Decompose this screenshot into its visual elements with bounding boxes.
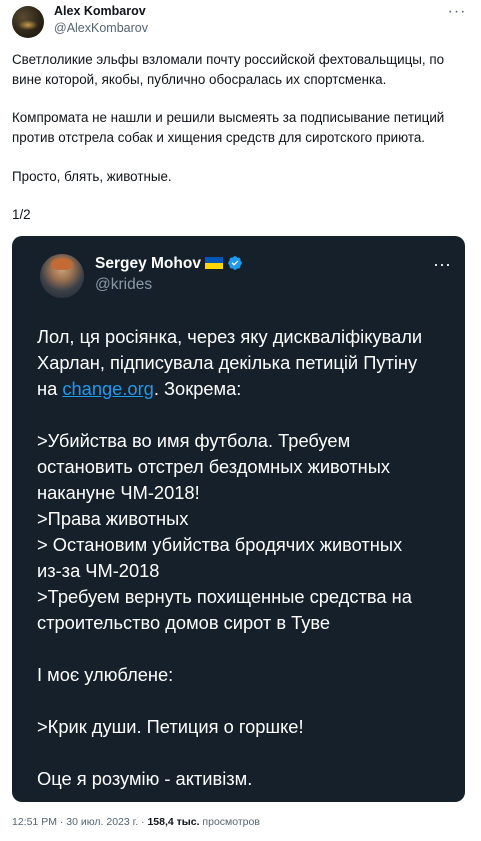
verified-icon <box>228 256 242 270</box>
quoted-line: из-за ЧМ-2018 <box>37 560 160 581</box>
tweet-time[interactable]: 12:51 PM <box>12 816 57 828</box>
quoted-author-name-row[interactable]: Sergey Mohov <box>95 255 243 273</box>
quoted-line: остановить отстрел бездомных животных <box>37 456 391 477</box>
author-name[interactable]: Alex Kombarov <box>54 4 146 18</box>
quoted-author-avatar[interactable] <box>40 254 84 298</box>
author-avatar[interactable] <box>12 6 44 38</box>
views-label: просмотров <box>199 816 260 828</box>
tweet-paragraph-3: Просто, блять, животные. <box>12 169 172 184</box>
quoted-line: накануне ЧМ-2018! <box>37 482 200 503</box>
tweet-date[interactable]: 30 июл. 2023 г. <box>66 816 138 828</box>
quoted-line: Харлан, підписувала декілька петицій Пут… <box>37 352 418 373</box>
quoted-line: > Остановим убийства бродячих животных <box>37 534 403 555</box>
quoted-line: І моє улюблене: <box>37 664 174 685</box>
tweet-header: Alex Kombarov @AlexKombarov ··· <box>12 4 469 40</box>
ukraine-flag-icon <box>204 257 223 269</box>
quoted-line: >Требуем вернуть похищенные средства на <box>37 586 412 607</box>
quoted-line: Лол, ця росіянка, через яку дискваліфіку… <box>37 326 423 347</box>
quoted-line: Оце я розумію - активізм. <box>37 768 253 789</box>
quoted-line: >Крик души. Петиция о горшке! <box>37 716 304 737</box>
quoted-author-name[interactable]: Sergey Mohov <box>95 255 201 272</box>
quoted-tweet-card[interactable]: Sergey Mohov @krides ··· Лол, ця росіянк… <box>12 236 465 802</box>
change-org-link[interactable]: change.org <box>62 378 153 399</box>
quoted-author-handle[interactable]: @krides <box>95 276 152 294</box>
quoted-line: на change.org. Зокрема: <box>37 378 242 399</box>
tweet-paragraph-1: Светлоликие эльфы взломали почту российс… <box>12 52 445 87</box>
tweet-paragraph-2: Компромата не нашли и решили высмеять за… <box>12 110 445 145</box>
more-icon[interactable]: ··· <box>447 4 467 22</box>
quoted-line: >Права животных <box>37 508 189 529</box>
quoted-more-icon[interactable]: ··· <box>433 255 451 273</box>
quoted-line: строительство домов сирот в Туве <box>37 612 331 633</box>
author-handle[interactable]: @AlexKombarov <box>54 21 148 35</box>
tweet-metadata: 12:51 PM · 30 июл. 2023 г. · 158,4 тыс. … <box>12 816 260 828</box>
view-count: 158,4 тыс. <box>147 816 200 828</box>
thread-counter: 1/2 <box>12 207 31 222</box>
quoted-line: >Убийства во имя футбола. Требуем <box>37 430 351 451</box>
